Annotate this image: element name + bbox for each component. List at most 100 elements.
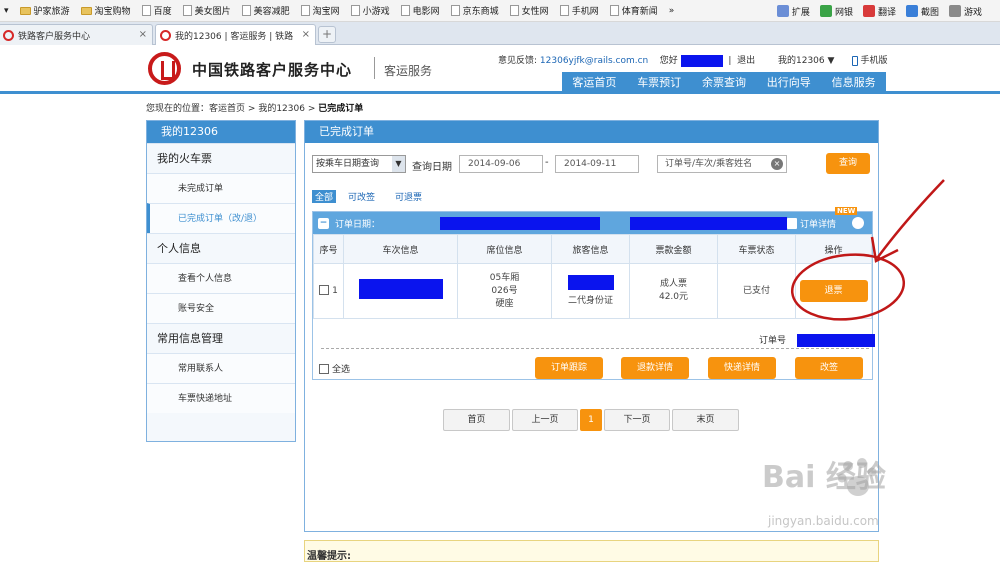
change-ticket-button[interactable]: 改签 xyxy=(795,357,863,379)
bookmark-11[interactable]: 手机网 xyxy=(559,4,599,17)
bookmark-3[interactable]: 百度 xyxy=(141,4,172,17)
sidebar-group-tickets: 我的火车票 xyxy=(147,143,295,173)
page-current[interactable]: 1 xyxy=(580,409,602,431)
my12306-menu[interactable]: 我的12306 xyxy=(778,56,825,66)
nav-booking[interactable]: 车票预订 xyxy=(627,72,692,94)
tab-my12306[interactable]: 我的12306 | 客运服务 | 铁路 × xyxy=(155,24,316,45)
bookmarks-more-button[interactable]: » xyxy=(669,6,675,16)
page-icon xyxy=(509,5,519,16)
nav-travel-guide[interactable]: 出行向导 xyxy=(756,72,821,94)
sidebar-item-unfinished-orders[interactable]: 未完成订单 xyxy=(147,173,295,203)
caret-down-icon[interactable]: ▼ xyxy=(828,56,835,66)
ebank-button[interactable]: 网银 xyxy=(819,5,853,18)
tab-service-center[interactable]: 铁路客户服务中心 × xyxy=(0,24,153,45)
redacted-passenger-name xyxy=(567,274,614,290)
sidebar: 我的12306 我的火车票 未完成订单 已完成订单（改/退） 个人信息 查看个人… xyxy=(146,120,296,442)
nav-info-service[interactable]: 信息服务 xyxy=(821,72,886,94)
refund-button[interactable]: 退票 xyxy=(799,280,868,302)
print-icon[interactable] xyxy=(852,217,864,229)
redacted-username xyxy=(680,54,723,67)
bookmark-9[interactable]: 京东商城 xyxy=(450,4,499,17)
bookmark-8[interactable]: 电影网 xyxy=(400,4,440,17)
col-action: 操作 xyxy=(795,234,872,264)
divider xyxy=(374,57,375,79)
sidebar-item-delivery-address[interactable]: 车票快递地址 xyxy=(147,383,295,413)
page-first[interactable]: 首页 xyxy=(443,409,510,431)
mobile-link[interactable]: 手机版 xyxy=(860,56,887,66)
select-all-checkbox[interactable] xyxy=(319,363,329,374)
bookmark-1[interactable]: 驴家旅游 xyxy=(19,4,70,17)
filter-all[interactable]: 全部 xyxy=(312,190,337,203)
panel-title: 已完成订单 xyxy=(305,121,878,143)
query-button[interactable]: 查询 xyxy=(826,153,870,174)
order-table: 序号 车次信息 席位信息 旅客信息 票款金额 车票状态 操作 1 05车厢 02… xyxy=(313,234,872,319)
order-detail-link[interactable]: 订单详情 xyxy=(787,217,836,230)
order-card: − 订单日期： 订单详情 NEW 序号 车次信息 席位信息 旅客信息 票款金额 … xyxy=(312,207,875,380)
bookmarks-overflow-icon[interactable]: ▾ xyxy=(4,6,9,16)
site-title: 中国铁路客户服务中心 xyxy=(192,61,353,79)
nav-home[interactable]: 客运首页 xyxy=(562,72,627,94)
phone-icon xyxy=(851,55,858,66)
filter-refundable[interactable]: 可退票 xyxy=(395,190,422,203)
filter-changeable[interactable]: 可改签 xyxy=(348,190,375,203)
order-search-input[interactable]: 订单号/车次/乘客姓名 × xyxy=(657,155,787,173)
refund-detail-button[interactable]: 退款详情 xyxy=(621,357,689,379)
user-info-bar: 意见反馈: 12306yjfk@rails.com.cn 您好 | 退出 我的1… xyxy=(498,54,888,67)
filter-tabs: 全部 可改签 可退票 xyxy=(312,190,442,203)
pagination: 首页 上一页 1 下一页 末页 xyxy=(443,409,741,431)
new-tab-button[interactable]: + xyxy=(318,26,336,43)
main-nav: 客运首页 车票预订 余票查询 出行向导 信息服务 xyxy=(562,72,886,94)
breadcrumb: 您现在的位置：客运首页 > 我的12306 > 已完成订单 xyxy=(146,104,364,114)
row-checkbox[interactable] xyxy=(319,285,330,295)
page-icon xyxy=(559,5,569,16)
bookmark-6[interactable]: 淘宝网 xyxy=(300,4,340,17)
date-to-input[interactable]: 2014-09-11 xyxy=(555,155,639,173)
close-icon[interactable]: × xyxy=(302,29,310,40)
breadcrumb-my12306[interactable]: 我的12306 xyxy=(258,104,305,114)
extensions-button[interactable]: 扩展 xyxy=(776,5,810,18)
page-next[interactable]: 下一页 xyxy=(604,409,670,431)
page-prev[interactable]: 上一页 xyxy=(512,409,578,431)
site-subtitle: 客运服务 xyxy=(384,64,433,78)
col-train: 车次信息 xyxy=(343,234,458,264)
games-button[interactable]: 游戏 xyxy=(948,5,982,18)
bookmarks-bar: ▾ 驴家旅游 淘宝购物 百度 美女图片 美容减肥 淘宝网 小游戏 电影网 京东商… xyxy=(0,0,1000,22)
query-date-label: 查询日期 xyxy=(412,162,452,173)
delivery-detail-button[interactable]: 快递详情 xyxy=(708,357,776,379)
sidebar-item-contacts[interactable]: 常用联系人 xyxy=(147,353,295,383)
sidebar-item-view-profile[interactable]: 查看个人信息 xyxy=(147,263,295,293)
close-icon[interactable]: × xyxy=(139,29,147,40)
translate-button[interactable]: 翻译 xyxy=(862,5,896,18)
page-icon xyxy=(450,5,460,16)
bookmark-7[interactable]: 小游戏 xyxy=(350,4,390,17)
breadcrumb-home[interactable]: 您现在的位置：客运首页 xyxy=(146,104,245,114)
clear-icon[interactable]: × xyxy=(771,158,783,170)
page-icon xyxy=(241,5,251,16)
collapse-icon[interactable]: − xyxy=(318,217,329,229)
bookmark-4[interactable]: 美女图片 xyxy=(182,4,231,17)
date-from-input[interactable]: 2014-09-06 xyxy=(459,155,543,173)
folder-icon xyxy=(80,6,92,15)
nav-availability[interactable]: 余票查询 xyxy=(692,72,757,94)
toolbar-extensions: 扩展 网银 翻译 截图 游戏 xyxy=(776,2,992,20)
bookmark-5[interactable]: 美容减肥 xyxy=(241,4,290,17)
bookmark-10[interactable]: 女性网 xyxy=(509,4,549,17)
feedback-email-link[interactable]: 12306yjfk@rails.com.cn xyxy=(540,56,648,66)
bookmark-12[interactable]: 体育新闻 xyxy=(609,4,658,17)
query-type-select[interactable]: 按乘车日期查询 ▼ xyxy=(312,155,406,173)
order-tracking-button[interactable]: 订单跟踪 xyxy=(535,357,603,379)
table-row: 1 05车厢 026号 硬座 二代身份证 成人票 42.0元 已支付 退票 xyxy=(313,263,872,319)
page-last[interactable]: 末页 xyxy=(672,409,739,431)
sidebar-group-personal: 个人信息 xyxy=(147,233,295,263)
page-icon xyxy=(609,5,619,16)
page-icon xyxy=(141,5,151,16)
order-number: 订单号 xyxy=(759,333,875,347)
logout-link[interactable]: 退出 xyxy=(737,56,755,66)
railway-logo-icon[interactable] xyxy=(148,52,181,85)
screenshot-button[interactable]: 截图 xyxy=(905,5,939,18)
bookmark-2[interactable]: 淘宝购物 xyxy=(80,4,131,17)
select-all[interactable]: 全选 xyxy=(319,362,350,375)
folder-icon xyxy=(19,6,31,15)
sidebar-item-account-security[interactable]: 账号安全 xyxy=(147,293,295,323)
sidebar-item-completed-orders[interactable]: 已完成订单（改/退） xyxy=(147,203,295,233)
